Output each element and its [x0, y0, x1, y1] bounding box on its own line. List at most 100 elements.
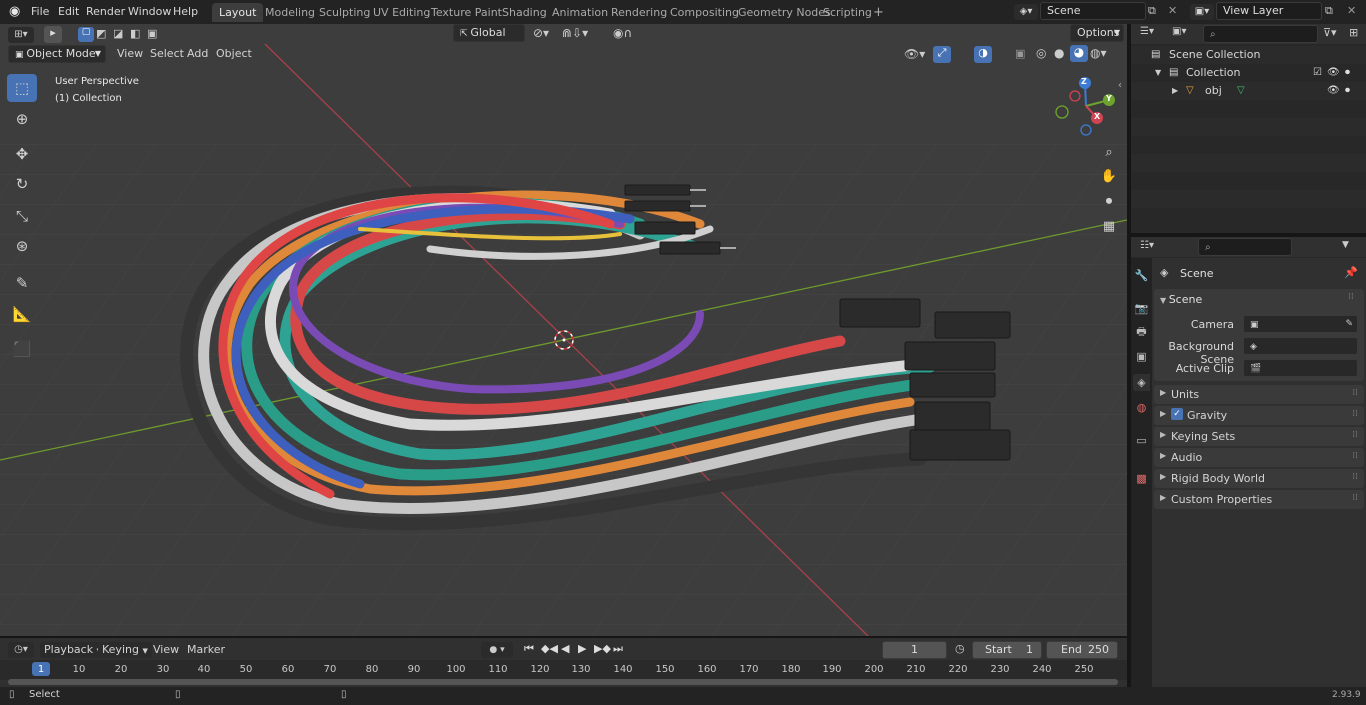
close-view-layer-icon[interactable]: ✕ [1347, 4, 1356, 17]
display-mode-icon[interactable]: ▣▾ [1172, 26, 1186, 37]
camera-view-icon[interactable]: ⏺ [1098, 190, 1120, 212]
outliner-search-input[interactable]: ⌕ [1203, 25, 1318, 43]
view-layer-icon[interactable]: ▣▾ [1190, 4, 1214, 20]
copy-view-layer-icon[interactable]: ⧉ [1325, 4, 1333, 18]
current-frame-field[interactable]: 1 [882, 641, 947, 659]
jump-end-icon[interactable]: ⏭ [613, 642, 623, 656]
select-box-mode-icon[interactable]: ▢ [78, 27, 94, 42]
transform-tool-icon[interactable]: ⊛ [7, 232, 37, 260]
eyedropper-icon[interactable]: ✎ [1345, 316, 1353, 332]
menu-render[interactable]: Render [86, 4, 125, 20]
drag-handle-icon[interactable]: ⁞⁞ [1352, 493, 1358, 503]
scene-name-field[interactable]: Scene [1040, 2, 1146, 20]
zoom-icon[interactable]: ⌕ [1098, 141, 1120, 163]
output-tab-icon[interactable]: 🖶 [1133, 324, 1150, 341]
scale-tool-icon[interactable]: ⤡ [7, 202, 37, 230]
tool-tab-icon[interactable]: 🔧 [1133, 267, 1150, 284]
pan-hand-icon[interactable]: ✋ [1098, 165, 1120, 187]
select-extend-mode-icon[interactable]: ◩ [96, 27, 106, 40]
overlay-toggle-icon[interactable]: ◑ [974, 46, 992, 63]
scene-panel-header[interactable]: ▼ Scene [1160, 293, 1202, 306]
measure-tool-icon[interactable]: 📐 [7, 300, 37, 328]
visibility-icon[interactable]: 👁▾ [904, 47, 925, 61]
menu-playback[interactable]: Playback ▼ [40, 642, 106, 658]
auto-keying-icon[interactable]: ● ▾ [481, 642, 513, 658]
collection-tab-icon[interactable]: ▭ [1133, 432, 1150, 449]
select-subtract-mode-icon[interactable]: ◪ [113, 27, 123, 40]
gizmo-toggle-icon[interactable]: ⤢ [933, 46, 951, 63]
blender-logo-icon[interactable]: ◉ [9, 4, 20, 19]
menu-file[interactable]: File [31, 4, 49, 20]
expand-arrow-icon[interactable]: ▼ [1155, 64, 1161, 82]
play-reverse-icon[interactable]: ◀ [561, 642, 569, 655]
drag-handle-icon[interactable]: ⁞⁞ [1352, 451, 1358, 461]
expand-arrow-icon[interactable]: ▶ [1172, 82, 1178, 100]
render-camera-icon[interactable]: ⏺ [1345, 82, 1350, 100]
view-layer-field[interactable]: View Layer [1216, 2, 1322, 20]
properties-options-icon[interactable]: ▼ [1342, 240, 1349, 250]
ortho-grid-icon[interactable]: ▦ [1098, 215, 1120, 237]
shading-wireframe-icon[interactable]: ◎ [1036, 46, 1046, 60]
render-camera-icon[interactable]: ⏺ [1345, 64, 1350, 82]
menu-window[interactable]: Window [128, 4, 171, 20]
drag-handle-icon[interactable]: ⁞⁞ [1352, 409, 1358, 419]
mode-dropdown[interactable]: ▣ Object Mode ▼ [8, 45, 106, 63]
drag-handle-icon[interactable]: ⁞⁞ [1348, 292, 1354, 302]
drag-handle-icon[interactable]: ⁞⁞ [1352, 472, 1358, 482]
menu-timeline-view[interactable]: View [153, 643, 179, 656]
scene-tab-icon[interactable]: ◈ [1133, 374, 1150, 391]
menu-add[interactable]: Add [187, 47, 208, 60]
editor-type-icon[interactable]: ⊞▾ [8, 27, 34, 43]
shading-rendered-icon[interactable]: ◍▾ [1090, 46, 1107, 60]
camera-field[interactable]: ▣ ✎ [1243, 315, 1358, 333]
outliner-editor-type-icon[interactable]: ☰▾ [1140, 26, 1154, 37]
subpanel-gravity[interactable]: ▶ ✓ Gravity ⁞⁞ [1154, 406, 1364, 425]
annotate-tool-icon[interactable]: ✎ [7, 269, 37, 297]
close-scene-icon[interactable]: ✕ [1168, 4, 1180, 17]
copy-scene-icon[interactable]: ⧉ [1148, 4, 1164, 20]
drag-handle-icon[interactable]: ⁞⁞ [1352, 388, 1358, 398]
shading-material-icon[interactable]: ◕ [1070, 45, 1088, 62]
add-cube-tool-icon[interactable]: ⬛ [7, 335, 37, 363]
add-workspace-button[interactable]: + [866, 3, 891, 22]
background-scene-field[interactable]: ◈ [1243, 337, 1358, 355]
menu-marker[interactable]: Marker [187, 643, 225, 656]
menu-select[interactable]: Select [150, 47, 184, 60]
pin-icon[interactable]: 📌 [1344, 266, 1358, 279]
subpanel-custom-properties[interactable]: ▶ Custom Properties ⁞⁞ [1154, 490, 1364, 509]
proportional-edit-icon[interactable]: ◉∩ [613, 26, 632, 40]
menu-object[interactable]: Object [216, 47, 252, 60]
jump-start-icon[interactable]: ⏮ [524, 642, 534, 656]
gravity-checkbox[interactable]: ✓ [1171, 408, 1183, 420]
tab-layout[interactable]: Layout [212, 3, 264, 22]
subpanel-units[interactable]: ▶ Units ⁞⁞ [1154, 385, 1364, 404]
filter-icon[interactable]: ⊽▾ [1323, 26, 1337, 39]
outliner-row-obj[interactable]: ▶ ▽ obj ▽ 👁 ⏺ [1131, 82, 1366, 100]
drag-handle-icon[interactable]: ⁞⁞ [1352, 430, 1358, 440]
render-tab-icon[interactable]: 📷 [1133, 300, 1150, 317]
cursor-tool-icon[interactable]: ⊕ [7, 105, 37, 133]
menu-keying[interactable]: Keying ▼ [98, 642, 152, 658]
menu-help[interactable]: Help [173, 4, 198, 20]
select-tool-icon[interactable]: ▸ [44, 26, 62, 43]
start-frame-field[interactable]: Start 1 [972, 641, 1042, 659]
eye-icon[interactable]: 👁 [1327, 64, 1340, 82]
jump-keyframe-forward-icon[interactable]: ▶◆ [594, 642, 611, 655]
properties-editor-type-icon[interactable]: ☷▾ [1140, 240, 1154, 251]
sidebar-toggle-icon[interactable]: ‹ [1118, 80, 1122, 91]
play-icon[interactable]: ▶ [578, 642, 586, 655]
options-dropdown[interactable]: Options ▼ [1070, 24, 1124, 42]
move-tool-icon[interactable]: ✥ [7, 140, 37, 168]
select-invert-mode-icon[interactable]: ◧ [130, 27, 140, 40]
active-clip-field[interactable]: 🎬 [1243, 359, 1358, 377]
outliner-row-scene-collection[interactable]: ▤ Scene Collection [1131, 46, 1366, 64]
xray-icon[interactable]: ▣ [1015, 47, 1025, 60]
pivot-icon[interactable]: ⊘▾ [533, 26, 549, 40]
3d-viewport[interactable]: ▣ Object Mode ▼ View Select Add Object ⇱… [0, 24, 1127, 636]
end-frame-field[interactable]: End 250 [1046, 641, 1118, 659]
transform-orientation-dropdown[interactable]: ⇱ Global [453, 24, 525, 42]
texture-tab-icon[interactable]: ▩ [1133, 470, 1150, 487]
subpanel-audio[interactable]: ▶ Audio ⁞⁞ [1154, 448, 1364, 467]
snap-icon[interactable]: ⋒⇩▾ [562, 26, 588, 40]
subpanel-rigid-body-world[interactable]: ▶ Rigid Body World ⁞⁞ [1154, 469, 1364, 488]
